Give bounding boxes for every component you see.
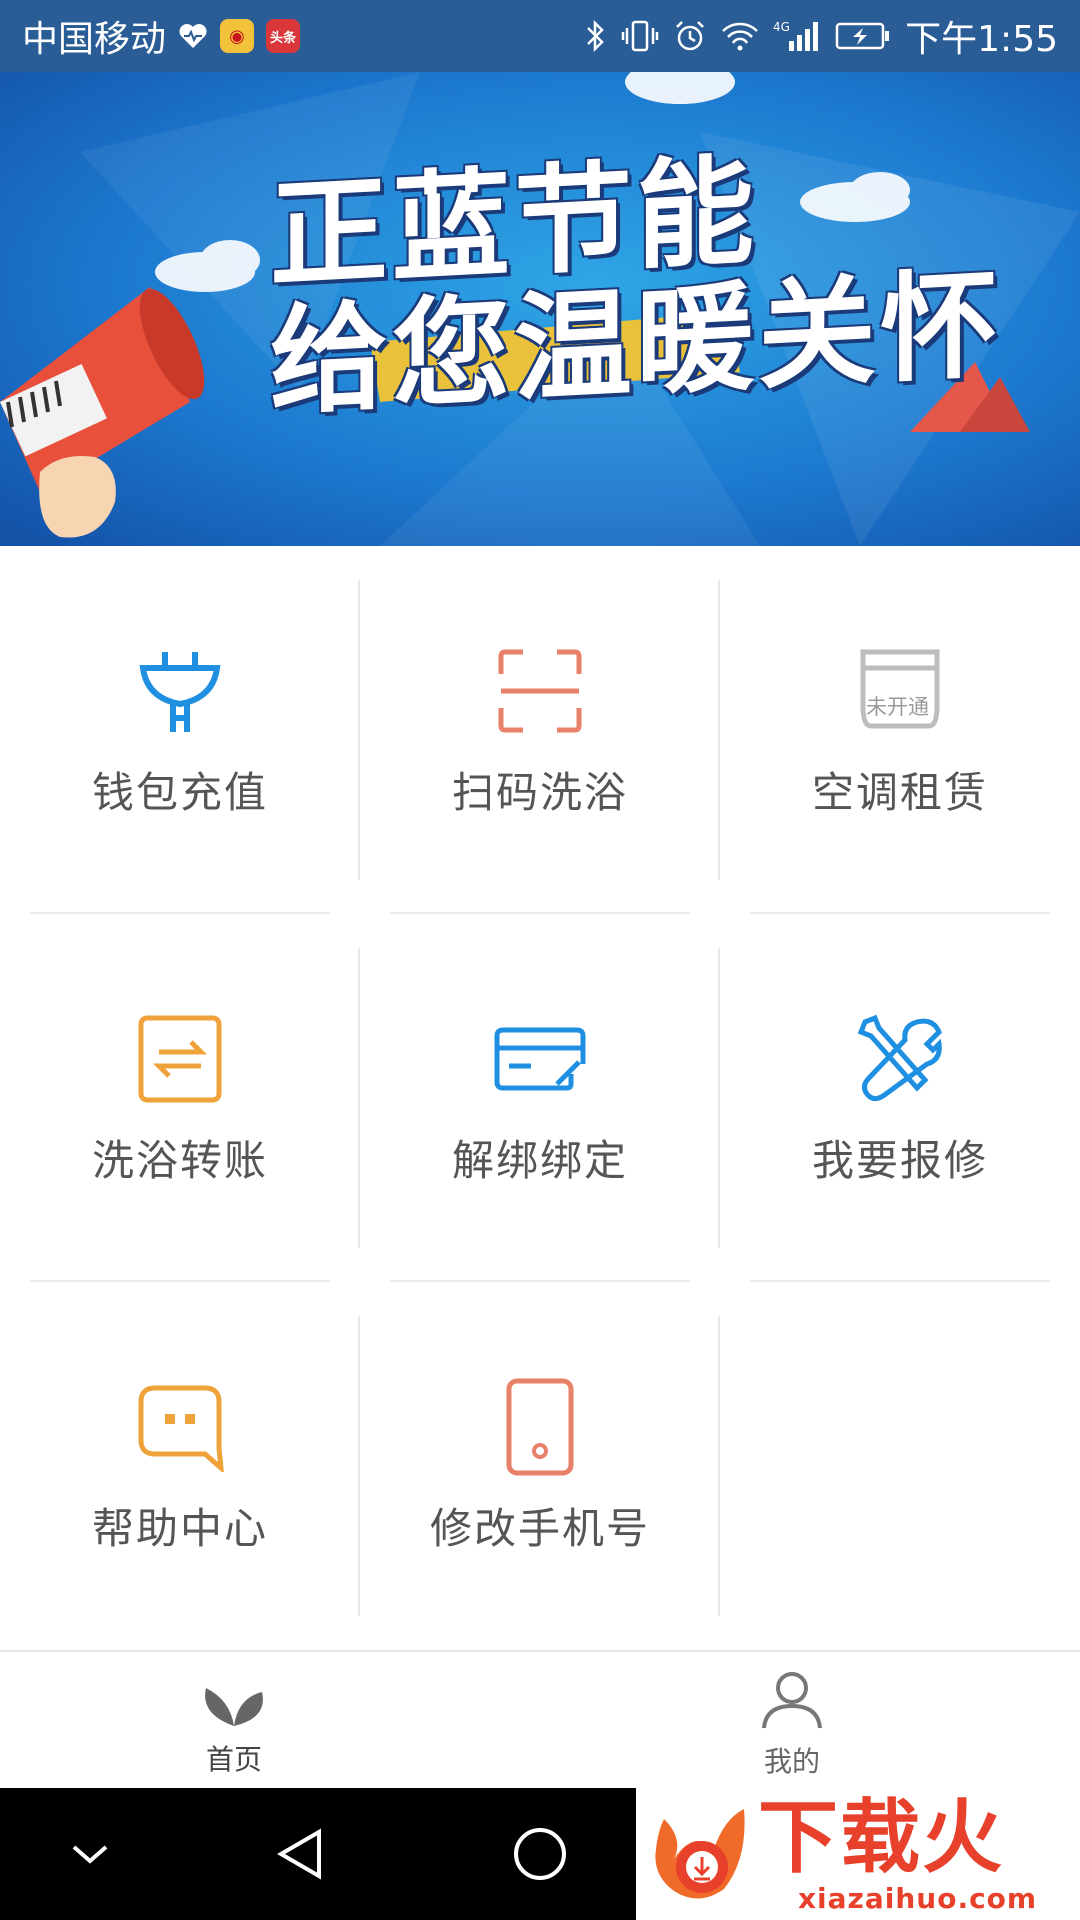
battery-charging-icon xyxy=(835,21,891,51)
tab-label: 首页 xyxy=(205,1743,262,1776)
back-triangle-icon xyxy=(277,1828,321,1880)
repair-request-button[interactable]: 我要报修 xyxy=(720,914,1080,1282)
cell-label: 洗浴转账 xyxy=(91,1135,268,1185)
health-heart-icon xyxy=(178,22,208,50)
not-opened-badge: 未开通 xyxy=(866,694,929,719)
cell-label: 帮助中心 xyxy=(91,1503,268,1553)
card-link-icon xyxy=(490,1009,590,1109)
hide-nav-button[interactable] xyxy=(54,1818,126,1890)
flame-logo-icon xyxy=(655,1809,745,1899)
bottom-tab-bar: 首页 我的 xyxy=(0,1650,1080,1788)
alarm-icon xyxy=(673,19,707,53)
carrier-name: 中国移动 xyxy=(22,19,167,60)
help-center-button[interactable]: 帮助中心 xyxy=(0,1282,360,1650)
weibo-app-icon: ◉ xyxy=(220,19,255,53)
user-icon xyxy=(760,1670,824,1734)
watermark-url: xiazaihuo.com xyxy=(798,1881,1038,1915)
unbind-bind-button[interactable]: 解绑绑定 xyxy=(360,914,720,1282)
clock-time: 下午1:55 xyxy=(905,19,1058,60)
status-bar: 中国移动 ◉ 头条 4G 下午1:55 xyxy=(0,0,1080,72)
leaf-icon xyxy=(200,1670,268,1732)
home-button[interactable] xyxy=(504,1818,576,1890)
signal-4g-icon: 4G xyxy=(773,19,821,53)
cell-label: 我要报修 xyxy=(811,1135,988,1185)
cell-label: 钱包充值 xyxy=(91,767,268,817)
plug-icon xyxy=(130,641,230,741)
cell-label: 空调租赁 xyxy=(811,767,988,817)
air-conditioner-icon: 未开通 xyxy=(850,641,950,741)
promo-banner[interactable]: 正蓝节能 给您温暖关怀 xyxy=(0,72,1080,546)
toutiao-app-icon: 头条 xyxy=(266,19,301,53)
chat-bubble-icon xyxy=(130,1377,230,1477)
watermark-title: 下载火 xyxy=(758,1790,1004,1884)
cell-label: 修改手机号 xyxy=(429,1503,650,1553)
watermark-logo: 下载火 xiazaihuo.com xyxy=(636,1788,1080,1920)
wallet-recharge-button[interactable]: 钱包充值 xyxy=(0,546,360,914)
tab-home[interactable]: 首页 xyxy=(200,1670,268,1778)
transfer-icon xyxy=(130,1009,230,1109)
ac-rental-button[interactable]: 未开通 空调租赁 xyxy=(720,546,1080,914)
svg-text:4G: 4G xyxy=(773,20,790,34)
wifi-icon xyxy=(721,21,759,51)
vibrate-icon xyxy=(621,19,659,53)
scan-icon xyxy=(490,641,590,741)
tab-label: 我的 xyxy=(763,1745,820,1778)
feature-grid: 钱包充值 扫码洗浴 未开通 空调租赁 洗浴转账 解绑绑定 我要报修 帮助中心 修… xyxy=(0,546,1080,1650)
phone-icon xyxy=(490,1377,590,1477)
bluetooth-icon xyxy=(585,19,607,53)
tab-mine[interactable]: 我的 xyxy=(760,1670,824,1780)
cell-label: 解绑绑定 xyxy=(451,1135,628,1185)
repair-tools-icon xyxy=(850,1009,950,1109)
home-circle-icon xyxy=(514,1828,566,1880)
change-phone-button[interactable]: 修改手机号 xyxy=(360,1282,720,1650)
back-button[interactable] xyxy=(264,1818,336,1890)
scan-bath-button[interactable]: 扫码洗浴 xyxy=(360,546,720,914)
chevron-down-icon xyxy=(72,1845,108,1864)
cell-label: 扫码洗浴 xyxy=(451,767,628,817)
bath-transfer-button[interactable]: 洗浴转账 xyxy=(0,914,360,1282)
